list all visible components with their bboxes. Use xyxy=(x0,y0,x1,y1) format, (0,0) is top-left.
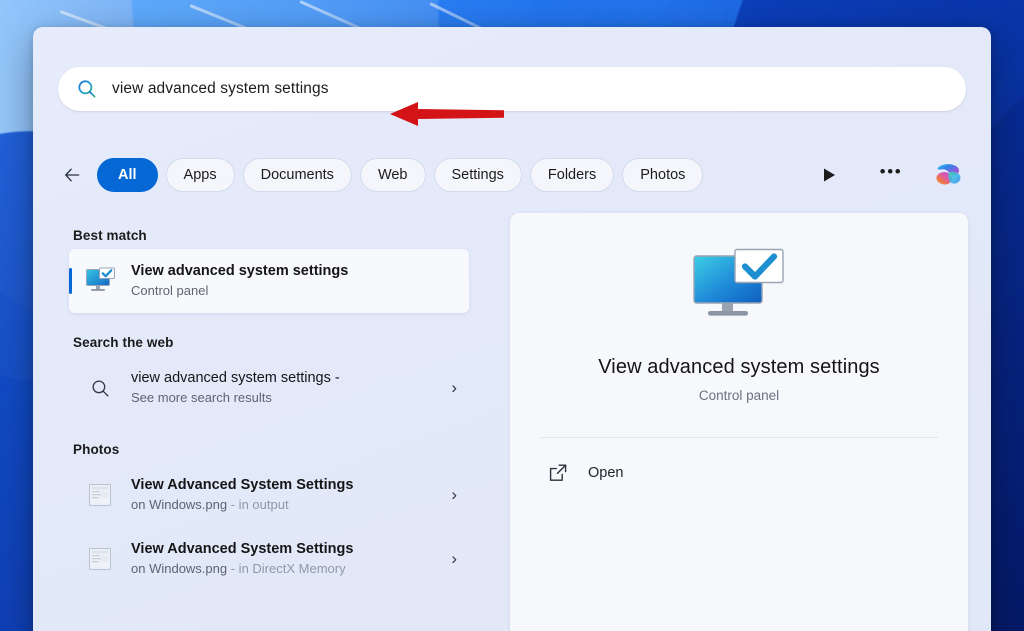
monitor-check-icon xyxy=(693,248,784,316)
result-title: View Advanced System Settings xyxy=(131,477,354,494)
result-subtitle-location: - in output xyxy=(227,496,289,512)
back-button[interactable] xyxy=(55,158,89,192)
search-bar: view advanced system settings xyxy=(58,67,966,111)
open-external-icon xyxy=(549,464,567,481)
result-subtitle-main: on Windows.png xyxy=(131,496,228,512)
result-row-web-search[interactable]: view advanced system settings - See more… xyxy=(69,356,469,420)
result-title: view advanced system settings - xyxy=(131,370,340,387)
results-list: Best match View advanced system settings… xyxy=(33,209,485,631)
search-input[interactable]: view advanced system settings xyxy=(58,67,966,111)
filter-tab-photos[interactable]: Photos xyxy=(622,158,704,192)
preview-subtitle: Control panel xyxy=(698,388,780,403)
result-text: View Advanced System Settings on Windows… xyxy=(131,476,443,514)
monitor-check-icon xyxy=(83,264,117,298)
result-subtitle: on Windows.png - in output xyxy=(131,496,443,514)
result-row-photo-2[interactable]: View Advanced System Settings on Windows… xyxy=(69,527,469,591)
filter-tab-settings[interactable]: Settings xyxy=(433,158,522,192)
photo-thumbnail-icon xyxy=(83,542,117,576)
photo-thumbnail-icon xyxy=(83,478,117,512)
chevron-right-icon[interactable]: › xyxy=(443,485,457,505)
open-action-label: Open xyxy=(588,465,624,481)
open-action-button[interactable]: Open xyxy=(540,451,938,495)
divider xyxy=(540,437,938,438)
more-options-button[interactable]: ••• xyxy=(875,159,907,191)
search-input-value: view advanced system settings xyxy=(112,80,329,97)
play-icon xyxy=(823,168,835,182)
filter-tab-all[interactable]: All xyxy=(97,158,158,192)
result-title: View Advanced System Settings xyxy=(131,541,354,558)
chevron-right-icon[interactable]: › xyxy=(443,549,457,569)
section-heading-search-the-web: Search the web xyxy=(73,335,174,350)
preview-panel: View advanced system settings Control pa… xyxy=(510,213,968,631)
result-text: View Advanced System Settings on Windows… xyxy=(131,540,443,578)
result-text: view advanced system settings - See more… xyxy=(131,369,443,407)
filter-tab-web[interactable]: Web xyxy=(359,158,426,192)
filter-tab-apps[interactable]: Apps xyxy=(165,158,235,192)
result-subtitle-location: - in DirectX Memory xyxy=(227,560,346,576)
result-text: View advanced system settings Control pa… xyxy=(131,262,457,300)
search-icon xyxy=(83,371,117,405)
back-arrow-icon xyxy=(65,168,80,182)
result-title: View advanced system settings xyxy=(131,263,349,280)
result-subtitle: See more search results xyxy=(131,389,272,405)
filter-tab-bar: All Apps Documents Web Settings Folders … xyxy=(55,155,967,195)
section-heading-best-match: Best match xyxy=(73,228,147,243)
copilot-icon[interactable] xyxy=(929,156,967,194)
preview-title: View advanced system settings xyxy=(598,356,880,378)
section-heading-photos: Photos xyxy=(73,442,120,457)
desktop-background: view advanced system settings All Apps D… xyxy=(0,0,1024,631)
result-subtitle: on Windows.png - in DirectX Memory xyxy=(131,560,443,578)
selection-indicator xyxy=(69,268,72,294)
result-subtitle: Control panel xyxy=(131,282,209,298)
result-row-best-match[interactable]: View advanced system settings Control pa… xyxy=(69,249,469,313)
result-row-photo-1[interactable]: View Advanced System Settings on Windows… xyxy=(69,463,469,527)
filter-tab-documents[interactable]: Documents xyxy=(242,158,352,192)
search-icon xyxy=(78,80,96,98)
filter-tab-folders[interactable]: Folders xyxy=(529,158,615,192)
play-button[interactable] xyxy=(813,159,845,191)
result-subtitle-main: on Windows.png xyxy=(131,560,228,576)
search-flyout-window: view advanced system settings All Apps D… xyxy=(33,27,991,631)
chevron-right-icon[interactable]: › xyxy=(443,378,457,398)
